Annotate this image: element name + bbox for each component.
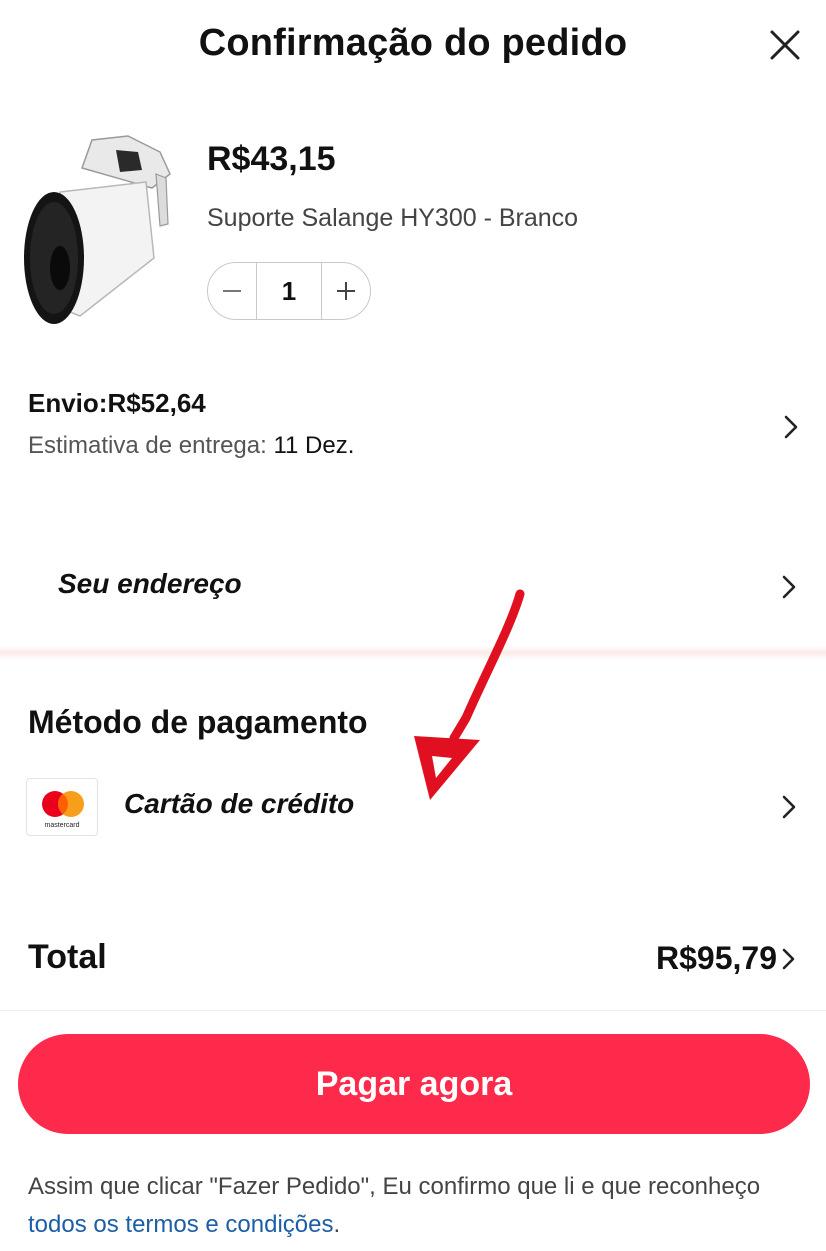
annotation-arrow xyxy=(414,589,525,800)
delivery-estimate: Estimativa de entrega: 11 Dez. xyxy=(28,432,354,460)
mastercard-logo: mastercard xyxy=(26,778,98,836)
product-name: Suporte Salange HY300 - Branco xyxy=(207,204,579,232)
minus-icon xyxy=(223,290,241,292)
total-label: Total xyxy=(28,938,107,976)
chevron-right-icon xyxy=(782,795,796,819)
delivery-estimate-label: Estimativa de entrega: xyxy=(28,432,274,459)
divider xyxy=(0,1010,826,1011)
product-price: R$43,15 xyxy=(207,140,336,178)
decrease-button[interactable] xyxy=(208,263,256,319)
chevron-right-icon xyxy=(782,575,796,599)
delivery-date: 11 Dez. xyxy=(273,432,355,459)
product-image xyxy=(20,128,180,328)
close-icon xyxy=(770,30,800,60)
plus-icon xyxy=(337,282,355,300)
pay-now-button[interactable]: Pagar agora xyxy=(18,1034,810,1134)
chevron-right-icon xyxy=(782,948,795,970)
increase-button[interactable] xyxy=(322,263,370,319)
quantity-value[interactable]: 1 xyxy=(256,263,322,319)
legal-suffix: . xyxy=(333,1211,341,1238)
address-label: Seu endereço xyxy=(58,568,242,599)
close-button[interactable] xyxy=(760,20,810,70)
chevron-right-icon xyxy=(784,415,798,439)
quantity-stepper: 1 xyxy=(207,262,371,320)
shipping-cost: Envio:R$52,64 xyxy=(28,388,206,418)
terms-link[interactable]: todos os termos e condições xyxy=(28,1211,334,1238)
legal-text: Assim que clicar "Fazer Pedido", Eu conf… xyxy=(28,1173,761,1200)
payment-method-label: Cartão de crédito xyxy=(124,788,355,819)
payment-section-title: Método de pagamento xyxy=(28,704,368,740)
page-title: Confirmação do pedido xyxy=(198,22,628,64)
legal-notice: Assim que clicar "Fazer Pedido", Eu conf… xyxy=(28,1168,818,1244)
total-value: R$95,79 xyxy=(656,940,777,976)
card-brand-text: mastercard xyxy=(44,822,80,829)
